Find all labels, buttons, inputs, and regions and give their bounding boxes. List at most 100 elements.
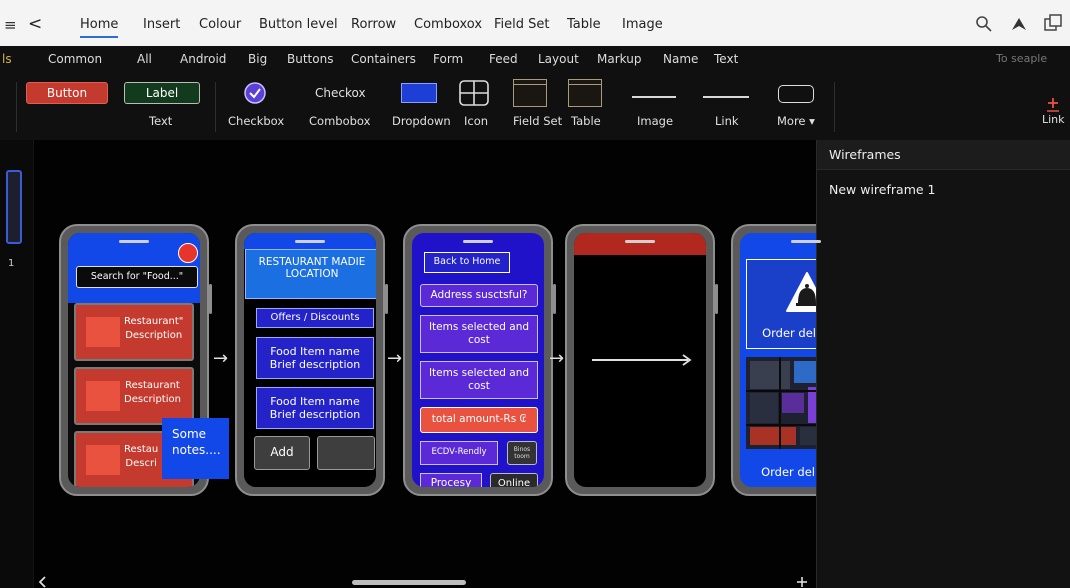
- palette-checkox-text[interactable]: Checkox: [315, 86, 366, 100]
- notification-dot[interactable]: [178, 243, 198, 263]
- palette-dropdown-caption[interactable]: Dropdown: [392, 114, 451, 128]
- page-thumbnail-label: 1: [8, 258, 15, 269]
- menu-insert[interactable]: Insert: [143, 17, 180, 32]
- windows-icon[interactable]: [1043, 13, 1063, 33]
- process-button[interactable]: Procesy: [420, 473, 482, 487]
- phone-frame-blank[interactable]: [565, 224, 718, 496]
- menu-colour[interactable]: Colour: [199, 17, 241, 32]
- offers-button[interactable]: Offers / Discounts: [256, 308, 374, 328]
- category-markup[interactable]: Markup: [597, 52, 641, 66]
- category-feed[interactable]: Feed: [489, 52, 518, 66]
- phone-frame-restaurant[interactable]: RESTAURANT MADIE LOCATION Offers / Disco…: [235, 224, 388, 496]
- phone-notch: [119, 240, 149, 243]
- menu-icon[interactable]: ≡: [4, 16, 17, 34]
- palette-label[interactable]: Label: [124, 82, 200, 104]
- add-icon[interactable]: [796, 576, 808, 588]
- restaurant-card-text: Restaurant" Description: [124, 316, 184, 341]
- back-icon[interactable]: <: [28, 14, 42, 34]
- divider: [16, 82, 17, 132]
- category-name[interactable]: Name: [663, 52, 698, 66]
- palette-checkbox-caption[interactable]: Checkbox: [228, 114, 284, 128]
- restaurant-image: [86, 381, 120, 411]
- phone-screen: Back to Home Address susctsful? Items se…: [412, 233, 544, 487]
- phone-notch: [295, 240, 325, 243]
- sticky-note[interactable]: Some notes....: [162, 418, 229, 479]
- scroll-left-icon[interactable]: [37, 576, 49, 588]
- page-thumbnails: 1: [0, 140, 34, 588]
- restaurant-image: [86, 317, 120, 347]
- category-big[interactable]: Big: [248, 52, 267, 66]
- search-input[interactable]: Search for "Food...": [76, 266, 198, 288]
- palette-button[interactable]: Button: [26, 82, 108, 104]
- secondary-button[interactable]: [317, 436, 375, 470]
- palette-icon-caption[interactable]: Icon: [464, 114, 488, 128]
- wireframe-list-item[interactable]: New wireframe 1: [817, 170, 1070, 209]
- menu-button-level[interactable]: Button level: [259, 17, 338, 32]
- wireframes-panel: Wireframes New wireframe 1: [816, 140, 1070, 588]
- online-button[interactable]: Online: [490, 473, 538, 487]
- flow-arrow: →: [387, 348, 403, 369]
- page-thumbnail[interactable]: [6, 170, 22, 244]
- menu-rorrow[interactable]: Rorrow: [351, 17, 396, 32]
- grid-icon[interactable]: [459, 80, 489, 106]
- phone-notch: [463, 240, 493, 243]
- category-text[interactable]: Text: [714, 52, 738, 66]
- menu-bar: ≡ < Home Insert Colour Button level Rorr…: [0, 0, 1070, 46]
- palette-fieldset-caption[interactable]: Field Set: [513, 114, 562, 128]
- food-item-card[interactable]: Food Item name Brief description: [256, 387, 374, 429]
- palette-link-right[interactable]: Link: [1042, 113, 1065, 126]
- palette-table-caption[interactable]: Table: [571, 114, 601, 128]
- horizontal-scrollbar[interactable]: [352, 580, 466, 585]
- palette-image-caption[interactable]: Image: [637, 114, 673, 128]
- category-all[interactable]: All: [137, 52, 152, 66]
- category-containers[interactable]: Containers: [351, 52, 416, 66]
- share-icon[interactable]: [1009, 15, 1029, 33]
- phone-notch: [625, 240, 655, 243]
- category-form[interactable]: Form: [433, 52, 463, 66]
- table-icon[interactable]: [568, 79, 602, 107]
- fieldset-icon[interactable]: [513, 79, 547, 107]
- eco-friendly-toggle[interactable]: ECDV-Rendly: [420, 441, 498, 465]
- palette-combobox-caption[interactable]: Combobox: [309, 114, 370, 128]
- restaurant-card[interactable]: Restaurant Description: [74, 367, 194, 425]
- image-line-icon[interactable]: [632, 96, 676, 98]
- add-button[interactable]: Add: [254, 436, 310, 470]
- menu-field-set[interactable]: Field Set: [494, 17, 550, 32]
- more-shape-icon[interactable]: [778, 85, 814, 103]
- phone-side-button: [209, 284, 212, 314]
- restaurant-card[interactable]: Restaurant" Description: [74, 303, 194, 361]
- phone-screen: [574, 233, 706, 487]
- phone-frame-order[interactable]: Back to Home Address susctsful? Items se…: [403, 224, 556, 496]
- link-plus-icon[interactable]: [1046, 96, 1060, 112]
- address-field[interactable]: Address susctsful?: [420, 284, 538, 307]
- palette-search-input[interactable]: To seaple: [996, 52, 1047, 65]
- back-to-home-button[interactable]: Back to Home: [424, 252, 510, 273]
- food-item-card[interactable]: Food Item name Brief description: [256, 337, 374, 379]
- link-line-icon[interactable]: [703, 96, 749, 98]
- phone-screen: RESTAURANT MADIE LOCATION Offers / Disco…: [244, 233, 376, 487]
- palette-link-caption[interactable]: Link: [715, 114, 739, 128]
- arrow-head-icon: [682, 354, 692, 366]
- menu-table[interactable]: Table: [567, 17, 601, 32]
- search-icon[interactable]: [975, 15, 993, 33]
- menu-image[interactable]: Image: [622, 17, 663, 32]
- menu-home[interactable]: Home: [80, 17, 119, 38]
- dropdown-icon[interactable]: [401, 83, 437, 103]
- category-common[interactable]: Common: [48, 52, 102, 66]
- category-android[interactable]: Android: [180, 52, 226, 66]
- category-buttons[interactable]: Buttons: [287, 52, 333, 66]
- small-option-button[interactable]: Binos toom: [507, 441, 537, 465]
- flow-arrow: →: [213, 348, 229, 369]
- category-layout[interactable]: Layout: [538, 52, 579, 66]
- category-ls[interactable]: ls: [2, 52, 12, 66]
- palette-text-caption[interactable]: Text: [149, 114, 172, 128]
- palette-more-dropdown[interactable]: More ▾: [777, 114, 815, 128]
- phone-notch: [791, 240, 821, 243]
- menu-comboxox[interactable]: Comboxox: [414, 17, 482, 32]
- panel-header: Wireframes: [817, 140, 1070, 170]
- items-selected-card[interactable]: Items selected and cost: [420, 361, 538, 399]
- divider: [215, 82, 216, 132]
- items-selected-card[interactable]: Items selected and cost: [420, 315, 538, 353]
- restaurant-card-text: Restaurant Description: [124, 380, 181, 405]
- checkbox-icon[interactable]: [243, 81, 267, 105]
